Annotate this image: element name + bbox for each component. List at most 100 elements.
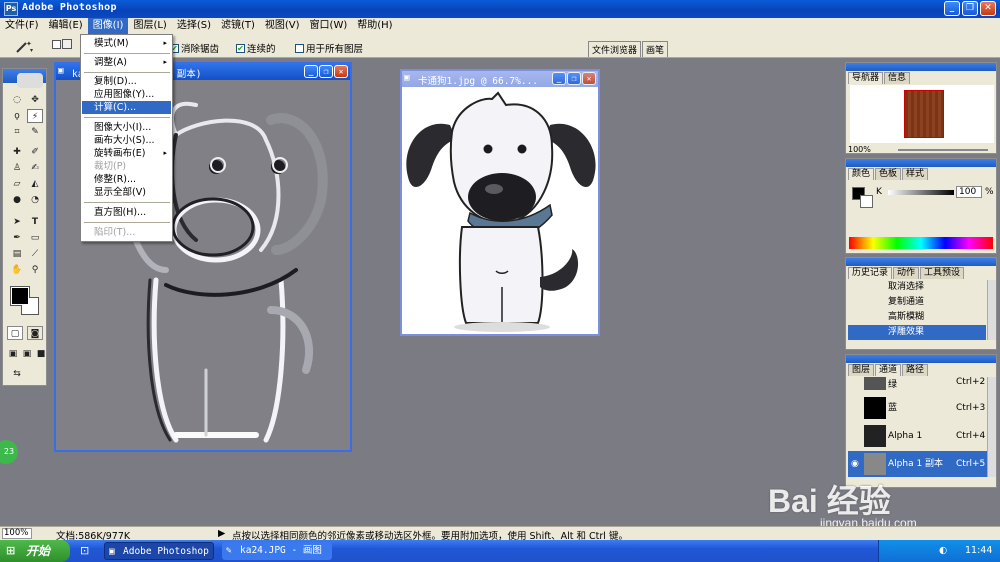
slice-tool-icon[interactable]: ✎ [27,125,43,139]
crop-tool-icon[interactable]: ⌗ [9,125,25,139]
navigator-thumbnail[interactable] [904,90,944,138]
contiguous-checkbox[interactable]: ✔ [236,43,245,53]
menu-item-canvas-size[interactable]: 画布大小(S)... [82,134,171,147]
notes-tool-icon[interactable]: ▤ [9,247,25,261]
history-brush-tool-icon[interactable]: ✍ [27,161,43,175]
file-browser-tab[interactable]: 文件浏览器 [588,41,642,57]
history-item-selected[interactable]: 浮雕效果 [848,325,986,340]
shape-tool-icon[interactable]: ▭ [27,231,43,245]
menu-item-apply-image[interactable]: 应用图像(Y)... [82,88,171,101]
menu-image[interactable]: 图像(I) [87,18,129,34]
floating-badge[interactable]: 23 [0,440,18,464]
quick-mask-mode-icon[interactable]: ◙ [27,326,43,340]
task-paint[interactable]: ✎ ka24.JPG - 画图 [222,542,332,560]
close-button[interactable]: ✕ [980,1,996,16]
menu-item-mode[interactable]: 模式(M) ▸ [82,37,171,50]
magic-wand-tool-preset-icon[interactable]: ✦ ▾ [14,38,36,54]
minimize-button[interactable]: _ [944,1,960,16]
menu-item-calculations[interactable]: 计算(C)... [82,101,171,114]
tab-tool-presets[interactable]: 工具预设 [920,267,965,279]
zoom-tool-icon[interactable]: ⚲ [27,263,43,277]
color-k-input[interactable]: 100 [956,186,982,198]
color-background-swatch[interactable] [860,195,873,208]
tab-layers[interactable]: 图层 [848,364,875,376]
hand-tool-icon[interactable]: ✋ [9,263,25,277]
color-k-slider[interactable] [888,190,954,195]
tab-swatches[interactable]: 色板 [875,168,902,180]
channel-row-alpha1[interactable]: Alpha 1 Ctrl+4 [848,423,988,449]
eyedropper-tool-icon[interactable]: ⟋ [27,247,43,261]
brush-tool-icon[interactable]: ✐ [27,145,43,159]
channel-row-blue[interactable]: 蓝 Ctrl+3 [848,395,988,421]
tab-paths[interactable]: 路径 [902,364,929,376]
tab-styles[interactable]: 样式 [902,168,929,180]
eye-icon[interactable]: ◉ [851,459,859,469]
screen-mode-full-icon[interactable]: ■ [33,347,49,361]
menu-item-reveal-all[interactable]: 显示全部(V) [82,186,171,199]
menu-edit[interactable]: 编辑(E) [44,18,88,34]
menu-item-duplicate[interactable]: 复制(D)... [82,75,171,88]
menu-item-rotate-canvas[interactable]: 旋转画布(E) ▸ [82,147,171,160]
task-photoshop[interactable]: ▣ Adobe Photoshop [104,542,214,560]
tab-actions[interactable]: 动作 [893,267,920,279]
magic-wand-tool-icon[interactable]: ⚡ [27,109,43,123]
volume-icon[interactable]: ◐ [939,540,947,562]
doc-close-button[interactable]: ✕ [334,65,348,78]
menu-select[interactable]: 选择(S) [172,18,216,34]
history-item[interactable]: 高斯模糊 [848,310,986,325]
maximize-button[interactable]: ❐ [962,1,978,16]
menu-view[interactable]: 视图(V) [260,18,305,34]
paint-bucket-tool-icon[interactable]: ◭ [27,177,43,191]
doc-maximize-button[interactable]: ❐ [319,65,333,78]
status-zoom-input[interactable]: 100% [2,528,32,539]
pen-tool-icon[interactable]: ✒ [9,231,25,245]
menu-layer[interactable]: 图层(L) [128,18,171,34]
doc2-maximize-button[interactable]: ❐ [567,72,581,85]
brushes-tab[interactable]: 画笔 [642,41,669,57]
menu-filter[interactable]: 滤镜(T) [216,18,260,34]
adobe-online-icon[interactable] [17,73,43,88]
tab-navigator[interactable]: 导航器 [848,72,884,84]
color-spectrum-bar[interactable] [849,237,993,249]
history-item[interactable]: 复制通道 [848,295,986,310]
doc2-minimize-button[interactable]: _ [552,72,566,85]
channel-row-green[interactable]: 绿 Ctrl+2 [848,377,988,391]
standard-mode-icon[interactable]: ▢ [7,326,23,340]
history-item[interactable]: 取消选择 [848,280,986,295]
healing-brush-tool-icon[interactable]: ✚ [9,145,25,159]
menu-item-trim[interactable]: 修整(R)... [82,173,171,186]
navigator-zoom[interactable]: 100% [848,145,871,154]
tab-channels[interactable]: 通道 [875,364,902,376]
menu-window[interactable]: 窗口(W) [305,18,353,34]
path-selection-tool-icon[interactable]: ➤ [9,215,25,229]
tab-color[interactable]: 颜色 [848,168,875,180]
all-layers-checkbox[interactable] [295,43,304,53]
start-button[interactable]: ⊞ 开始 [0,540,70,562]
history-scrollbar[interactable] [987,280,996,340]
new-selection-icon[interactable] [52,40,61,49]
jump-to-imageready-icon[interactable]: ⇆ [9,367,25,381]
menu-file[interactable]: 文件(F) [0,18,44,34]
dodge-tool-icon[interactable]: ◔ [27,193,43,207]
marquee-tool-icon[interactable]: ◌ [9,93,25,107]
menu-item-image-size[interactable]: 图像大小(I)... [82,121,171,134]
doc-minimize-button[interactable]: _ [304,65,318,78]
channels-scrollbar[interactable] [987,377,996,477]
tab-info[interactable]: 信息 [884,72,911,84]
menu-item-adjust[interactable]: 调整(A) ▸ [82,56,171,69]
tab-history[interactable]: 历史记录 [848,267,893,279]
quick-launch-icon[interactable]: ⊡ [80,544,89,557]
lasso-tool-icon[interactable]: ϙ [9,109,25,123]
menu-help[interactable]: 帮助(H) [352,18,397,34]
document-window-original[interactable]: ▣ 卡通狗1.jpg @ 66.7%... _ ❐ ✕ [400,69,600,336]
navigator-zoom-slider[interactable] [898,149,988,151]
doc2-close-button[interactable]: ✕ [582,72,596,85]
type-tool-icon[interactable]: T [27,215,43,229]
clone-stamp-tool-icon[interactable]: ♙ [9,161,25,175]
blur-tool-icon[interactable]: ● [9,193,25,207]
add-selection-icon[interactable] [62,39,72,49]
move-tool-icon[interactable]: ✥ [27,93,43,107]
eraser-tool-icon[interactable]: ▱ [9,177,25,191]
menu-item-histogram[interactable]: 直方图(H)... [82,206,171,219]
channel-row-alpha1-copy[interactable]: ◉ Alpha 1 副本 Ctrl+5 [848,451,988,477]
